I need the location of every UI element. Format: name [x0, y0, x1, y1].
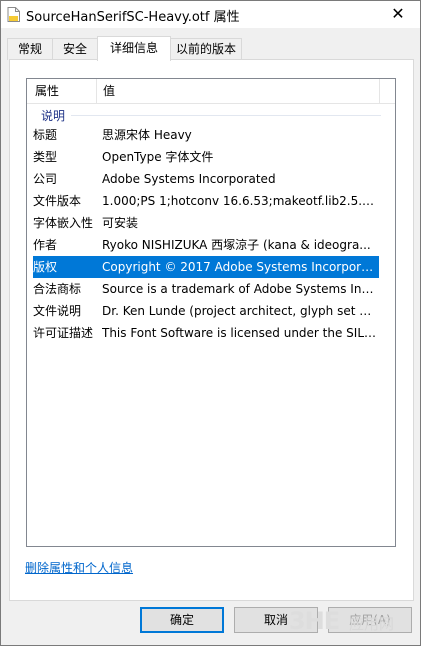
- close-icon[interactable]: ✕: [376, 1, 420, 28]
- property-name: 公司: [33, 172, 58, 186]
- property-name: 字体嵌入性: [33, 216, 94, 230]
- list-item[interactable]: 文件说明 Dr. Ken Lunde (project architect, g…: [33, 300, 379, 322]
- title-bar: SourceHanSerifSC-Heavy.otf 属性 ✕: [1, 1, 420, 28]
- list-item[interactable]: 文件版本 1.000;PS 1;hotconv 16.6.53;makeotf.…: [33, 190, 379, 212]
- column-header-property[interactable]: 属性: [35, 79, 59, 103]
- tab-details[interactable]: 详细信息: [97, 36, 171, 61]
- properties-window: SourceHanSerifSC-Heavy.otf 属性 ✕ 常规 安全 详细…: [0, 0, 421, 646]
- property-name: 标题: [33, 128, 58, 142]
- window-title: SourceHanSerifSC-Heavy.otf 属性: [26, 10, 240, 25]
- property-value: Copyright © 2017 Adobe Systems Incorpora…: [102, 260, 377, 274]
- property-value: 1.000;PS 1;hotconv 16.6.53;makeotf.lib2.…: [102, 194, 377, 208]
- property-value: Ryoko NISHIZUKA 西塚涼子 (kana & ideogra...: [102, 238, 371, 252]
- watermark: 3HE 应用网: [289, 603, 415, 639]
- list-item[interactable]: 类型 OpenType 字体文件: [33, 146, 379, 168]
- list-item[interactable]: 字体嵌入性 可安装: [33, 212, 379, 234]
- tab-security[interactable]: 安全: [52, 38, 98, 60]
- property-name: 类型: [33, 150, 58, 164]
- property-name: 作者: [33, 238, 58, 252]
- list-item[interactable]: 公司 Adobe Systems Incorporated: [33, 168, 379, 190]
- property-value: Source is a trademark of Adobe Systems I…: [102, 282, 377, 296]
- property-value: This Font Software is licensed under the…: [102, 326, 377, 340]
- list-item[interactable]: 标题 思源宋体 Heavy: [33, 124, 379, 146]
- property-name: 许可证描述: [33, 326, 94, 340]
- property-value: Dr. Ken Lunde (project architect, glyph …: [102, 304, 377, 318]
- property-name: 合法商标: [33, 282, 82, 296]
- ok-button[interactable]: 确定: [140, 607, 224, 633]
- column-header-value[interactable]: 值: [103, 79, 115, 103]
- list-item-selected[interactable]: 版权 Copyright © 2017 Adobe Systems Incorp…: [33, 256, 379, 278]
- watermark-text: 应用网: [349, 615, 395, 633]
- group-label: 说明: [41, 109, 66, 123]
- details-list[interactable]: 属性 值 说明 标题 思源宋体 Heavy 类型 OpenType 字体文件 公…: [26, 78, 396, 547]
- property-name: 文件说明: [33, 304, 82, 318]
- remove-properties-link[interactable]: 删除属性和个人信息: [25, 559, 133, 576]
- property-value: 可安装: [102, 216, 139, 230]
- watermark-logo: 3HE: [289, 607, 340, 635]
- property-name: 版权: [33, 260, 58, 274]
- details-panel: 属性 值 说明 标题 思源宋体 Heavy 类型 OpenType 字体文件 公…: [9, 59, 414, 601]
- file-icon: [7, 7, 20, 22]
- group-header: 说明: [27, 105, 395, 123]
- tab-previous-versions[interactable]: 以前的版本: [170, 38, 242, 60]
- property-value: 思源宋体 Heavy: [102, 128, 192, 142]
- column-divider[interactable]: [96, 79, 97, 103]
- column-divider[interactable]: [379, 79, 380, 103]
- list-item[interactable]: 作者 Ryoko NISHIZUKA 西塚涼子 (kana & ideogra.…: [33, 234, 379, 256]
- property-name: 文件版本: [33, 194, 82, 208]
- tab-general[interactable]: 常规: [7, 38, 53, 60]
- property-value: Adobe Systems Incorporated: [102, 172, 276, 186]
- list-header: 属性 值: [27, 79, 395, 104]
- list-item[interactable]: 合法商标 Source is a trademark of Adobe Syst…: [33, 278, 379, 300]
- list-item[interactable]: 许可证描述 This Font Software is licensed und…: [33, 322, 379, 344]
- property-value: OpenType 字体文件: [102, 150, 214, 164]
- group-divider: [71, 115, 381, 116]
